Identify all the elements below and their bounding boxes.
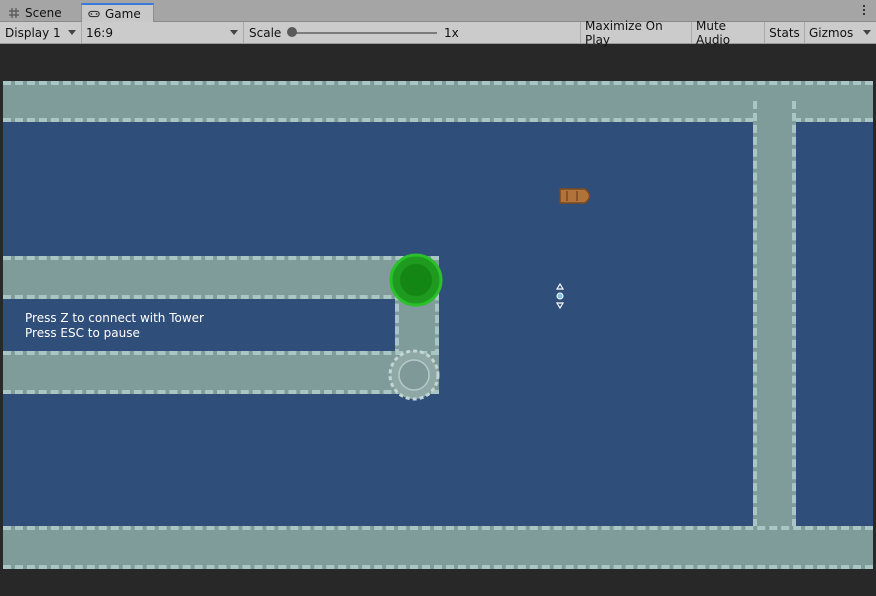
tab-game[interactable]: Game bbox=[81, 3, 154, 22]
wall-upper-arm bbox=[3, 256, 439, 299]
maximize-on-play-toggle[interactable]: Maximize On Play bbox=[580, 19, 691, 47]
more-options-icon[interactable] bbox=[862, 5, 866, 17]
scale-slider-track[interactable] bbox=[291, 32, 437, 34]
tab-scene[interactable]: Scene bbox=[2, 3, 80, 22]
mute-audio-toggle[interactable]: Mute Audio bbox=[691, 19, 764, 47]
game-view-toolbar: Display 1 16:9 Scale 1x Maximize On Play… bbox=[0, 19, 876, 47]
hint-pause: Press ESC to pause bbox=[25, 326, 140, 340]
scale-value: 1x bbox=[444, 25, 459, 40]
tab-game-label: Game bbox=[105, 6, 141, 21]
gamepad-icon bbox=[88, 8, 100, 20]
wall-top bbox=[3, 81, 873, 122]
gizmos-label: Gizmos bbox=[809, 25, 854, 40]
boat-icon bbox=[559, 188, 591, 204]
gizmos-dropdown[interactable]: Gizmos bbox=[804, 22, 876, 43]
hint-connect-tower: Press Z to connect with Tower bbox=[25, 311, 204, 325]
wall-lower-arm bbox=[3, 351, 439, 394]
display-dropdown[interactable]: Display 1 bbox=[0, 22, 82, 43]
wall-right-vertical bbox=[753, 101, 796, 527]
player-marker-icon bbox=[555, 282, 565, 310]
scale-label: Scale bbox=[249, 25, 282, 40]
tab-scene-label: Scene bbox=[25, 5, 62, 20]
wall-bottom bbox=[3, 526, 873, 569]
grid-icon bbox=[8, 7, 20, 19]
tower-active-icon[interactable] bbox=[386, 250, 446, 310]
tower-inactive-icon[interactable] bbox=[384, 345, 444, 405]
stats-toggle[interactable]: Stats bbox=[764, 22, 804, 43]
chevron-down-icon bbox=[230, 30, 238, 35]
aspect-ratio-dropdown[interactable]: 16:9 bbox=[82, 22, 244, 43]
chevron-down-icon bbox=[68, 30, 76, 35]
chevron-down-icon bbox=[863, 30, 871, 35]
display-dropdown-label: Display 1 bbox=[5, 25, 61, 40]
aspect-ratio-label: 16:9 bbox=[86, 25, 113, 40]
game-viewport[interactable]: Press Z to connect with Tower Press ESC … bbox=[3, 81, 873, 569]
scale-slider-thumb[interactable] bbox=[287, 27, 297, 37]
